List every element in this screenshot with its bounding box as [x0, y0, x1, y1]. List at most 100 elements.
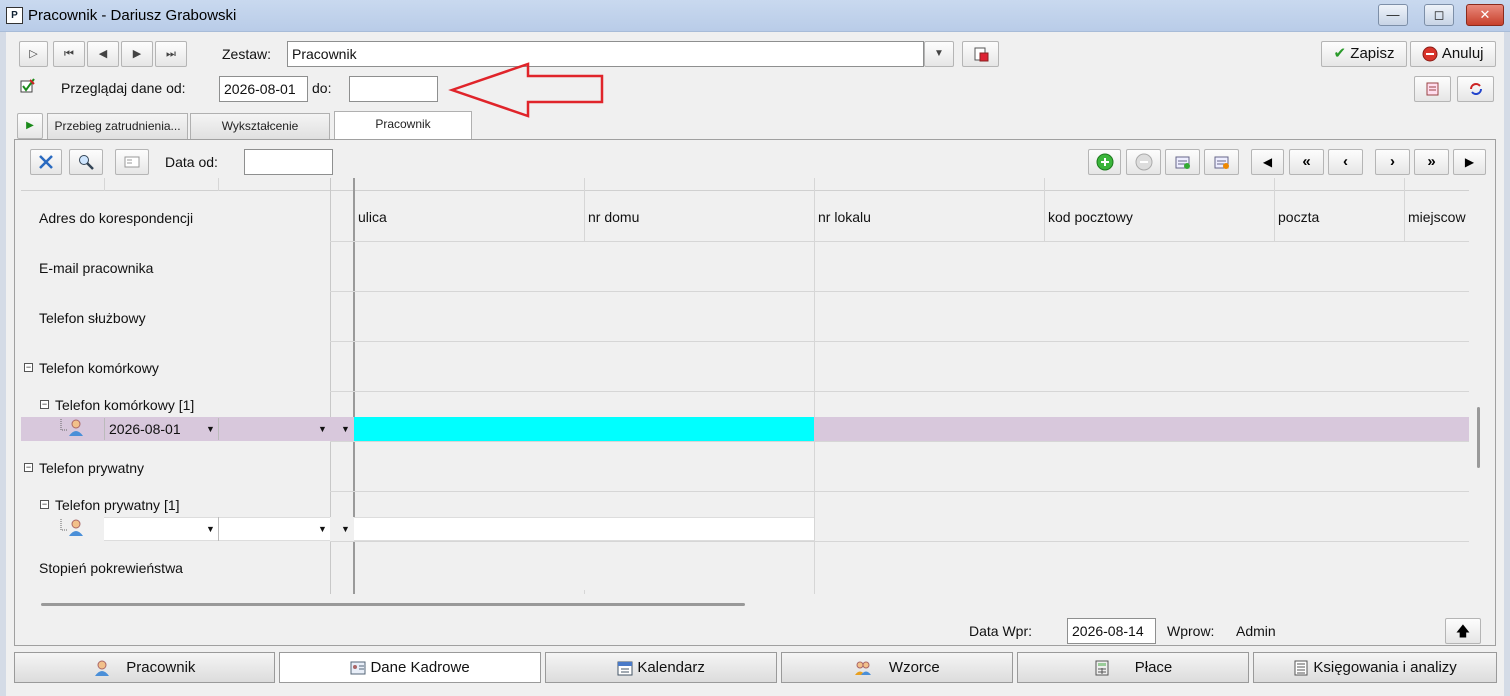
edit-check-icon[interactable] [20, 78, 36, 94]
type-dropdown-icon[interactable]: ▼ [318, 418, 327, 440]
play-icon: ▶ [26, 120, 34, 131]
row-email[interactable]: E-mail pracownika [39, 260, 153, 276]
grid-first-button[interactable]: ◀ [1251, 149, 1284, 175]
nav-new-button[interactable]: ▷ [19, 41, 48, 67]
collapse-prywatny-icon[interactable]: − [24, 463, 33, 472]
cancel-button[interactable]: Anuluj [1410, 41, 1496, 67]
last-icon: ▶ [1464, 155, 1475, 169]
phone-type-field[interactable] [218, 418, 330, 440]
wprow-value: Admin [1236, 623, 1276, 639]
date-from-field[interactable]: 2026-08-01 [219, 76, 308, 102]
card-icon [124, 156, 140, 168]
print-button[interactable] [1414, 76, 1451, 102]
search-button[interactable] [69, 149, 103, 175]
app-icon[interactable]: P [6, 7, 23, 24]
minimize-button[interactable]: — [1378, 4, 1408, 26]
minimize-icon: — [1386, 7, 1400, 22]
horizontal-scrollbar[interactable] [41, 603, 745, 606]
vertical-scrollbar[interactable] [1477, 407, 1480, 468]
row-dropdown-icon[interactable]: ▼ [341, 418, 350, 440]
col-miejscowosc: miejscow [1408, 209, 1466, 225]
bottom-tab-pracownik[interactable]: Pracownik [14, 652, 275, 683]
date-to-field[interactable] [349, 76, 438, 102]
grid-prev-page-button[interactable]: « [1289, 149, 1324, 175]
collapse-komorkowy-1-icon[interactable]: − [40, 400, 49, 409]
col-nr-domu: nr domu [588, 209, 640, 225]
row-tel-sluzbowy[interactable]: Telefon służbowy [39, 310, 146, 326]
do-label: do: [312, 80, 332, 96]
tab-przebieg[interactable]: Przebieg zatrudnienia... [47, 113, 188, 139]
nav-prev-button[interactable]: ◀ [87, 41, 119, 67]
grid-next-page-button[interactable]: » [1414, 149, 1449, 175]
bottom-tab-kalendarz[interactable]: Kalendarz [545, 652, 777, 683]
collapse-prywatny-1-icon[interactable]: − [40, 500, 49, 509]
bottom-tab-place[interactable]: Płace [1017, 652, 1249, 683]
zestaw-config-button[interactable] [962, 41, 999, 67]
cancel-icon [1422, 46, 1438, 62]
bottom-tab-label: Płace [1134, 659, 1173, 676]
close-button[interactable]: ✕ [1466, 4, 1504, 26]
calculator-icon [1095, 660, 1109, 676]
chevron-left-icon: ‹ [1343, 153, 1348, 170]
bottom-tab-label: Pracownik [126, 659, 196, 676]
row-adres[interactable]: Adres do korespondencji [39, 210, 193, 226]
bottom-tab-label: Wzorce [888, 659, 940, 676]
row-tel-prywatny[interactable]: Telefon prywatny [39, 460, 144, 476]
nav-last-button[interactable]: ⏭ [155, 41, 187, 67]
refresh-button[interactable] [1457, 76, 1494, 102]
bottom-tab-dane-kadrowe[interactable]: Dane Kadrowe [279, 652, 541, 683]
next-icon: ▶ [132, 48, 142, 60]
add-icon [1096, 153, 1113, 171]
zestaw-dropdown-button[interactable]: ▼ [924, 41, 954, 67]
person-icon [60, 419, 83, 436]
tools-button[interactable] [30, 149, 62, 175]
tab-wyksztalcenie[interactable]: Wykształcenie [190, 113, 330, 139]
card-button[interactable] [115, 149, 149, 175]
tab-pracownik[interactable]: Pracownik [334, 111, 472, 139]
grid-next-button[interactable]: › [1375, 149, 1410, 175]
print-icon [1426, 82, 1438, 96]
row-tel-prywatny-1[interactable]: Telefon prywatny [1] [55, 497, 180, 513]
col-ulica: ulica [358, 209, 387, 225]
nav-next-button[interactable]: ▶ [121, 41, 153, 67]
tabs-expand-button[interactable]: ▶ [17, 113, 43, 139]
przegladaj-label: Przeglądaj dane od: [61, 80, 186, 96]
maximize-button[interactable]: ◻ [1424, 4, 1454, 26]
bottom-tab-ksiegowania[interactable]: Księgowania i analizy [1253, 652, 1497, 683]
last-icon: ⏭ [166, 48, 176, 60]
row-dropdown-icon[interactable]: ▼ [341, 518, 350, 540]
check-icon: ✔ [1333, 45, 1347, 62]
selected-cell[interactable] [354, 417, 814, 441]
grid-action-1-button[interactable] [1165, 149, 1200, 175]
add-row-button[interactable] [1088, 149, 1121, 175]
collapse-komorkowy-icon[interactable]: − [24, 363, 33, 372]
data-od-field[interactable] [244, 149, 333, 175]
grid-action-2-button[interactable] [1204, 149, 1239, 175]
data-wpr-field: 2026-08-14 [1067, 618, 1156, 644]
phone-date-field[interactable]: 2026-08-01 [104, 418, 218, 440]
person-icon [94, 660, 109, 677]
type-dropdown-icon[interactable]: ▼ [318, 518, 327, 540]
remove-row-button[interactable] [1126, 149, 1161, 175]
data-wpr-label: Data Wpr: [969, 623, 1033, 639]
nav-first-button[interactable]: ⏮ [53, 41, 85, 67]
row-tel-komorkowy[interactable]: Telefon komórkowy [39, 360, 159, 376]
close-icon: ✕ [1479, 7, 1491, 22]
save-label: Zapisz [1350, 45, 1395, 62]
bottom-tab-label: Kalendarz [637, 659, 705, 676]
row-tel-komorkowy-1[interactable]: Telefon komórkowy [1] [55, 397, 194, 413]
first-icon: ⏮ [64, 48, 74, 60]
date-dropdown-icon[interactable]: ▼ [206, 518, 215, 540]
maximize-icon: ◻ [1433, 7, 1445, 22]
scroll-top-button[interactable]: 🡅 [1445, 618, 1481, 644]
date-dropdown-icon[interactable]: ▼ [206, 418, 215, 440]
title-bar: P Pracownik - Dariusz Grabowski — ◻ ✕ [0, 0, 1510, 32]
grid-last-button[interactable]: ▶ [1453, 149, 1486, 175]
grid-prev-button[interactable]: ‹ [1328, 149, 1363, 175]
save-button[interactable]: ✔ Zapisz [1321, 41, 1407, 67]
config-icon [974, 47, 988, 62]
row-stopien-pokrewienstwa[interactable]: Stopień pokrewieństwa [39, 560, 183, 576]
refresh-icon [1469, 83, 1482, 96]
personnel-file-icon [350, 661, 366, 675]
bottom-tab-wzorce[interactable]: Wzorce [781, 652, 1013, 683]
